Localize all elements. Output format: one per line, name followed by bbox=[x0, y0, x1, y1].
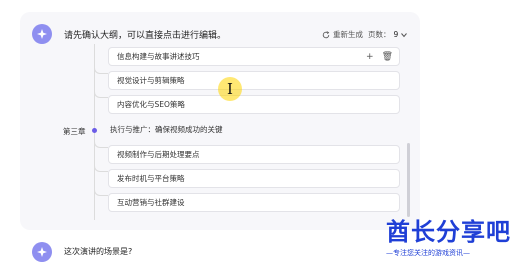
outline-item[interactable]: 发布时机与平台策略 bbox=[108, 169, 400, 188]
watermark-title: 酋长分享吧 bbox=[386, 218, 511, 246]
outline-item-text: 视觉设计与剪辑策略 bbox=[117, 76, 185, 85]
outline-item-text: 内容优化与SEO策略 bbox=[117, 100, 185, 109]
outline-item[interactable]: 信息构建与故事讲述技巧 + 🗑 bbox=[108, 47, 400, 66]
outline-item[interactable]: 视频制作与后期处理要点 bbox=[108, 145, 400, 164]
page-count-label: 页数： bbox=[368, 30, 391, 39]
chapter-title[interactable]: 执行与推广：确保视频成功的关键 bbox=[102, 120, 394, 139]
outline-item-text: 互动营销与社群建设 bbox=[117, 198, 185, 207]
add-icon[interactable]: + bbox=[366, 52, 374, 62]
next-question: 这次演讲的场景是? bbox=[64, 247, 133, 256]
outline-connector bbox=[94, 88, 108, 98]
chapter-title-text: 执行与推广：确保视频成功的关键 bbox=[110, 125, 223, 134]
outline-connector bbox=[94, 64, 108, 74]
regenerate-label: 重新生成 bbox=[333, 30, 363, 39]
outline-connector bbox=[94, 162, 108, 172]
outline-item[interactable]: 视觉设计与剪辑策略 bbox=[108, 71, 400, 90]
refresh-icon bbox=[322, 30, 330, 38]
watermark-subtitle: —专注您关注的游戏资讯— bbox=[386, 249, 470, 257]
text-cursor-icon: I bbox=[218, 77, 242, 101]
outline-connector bbox=[94, 138, 108, 148]
sparkle-icon bbox=[37, 29, 47, 39]
outline-scrollbar[interactable] bbox=[407, 143, 410, 217]
regenerate-button[interactable]: 重新生成 bbox=[322, 29, 363, 40]
sparkle-icon bbox=[37, 247, 47, 257]
assistant-prompt: 请先确认大纲，可以直接点击进行编辑。 bbox=[64, 31, 227, 41]
assistant-avatar bbox=[32, 242, 52, 262]
assistant-avatar bbox=[32, 24, 52, 44]
page-count-value: 9 bbox=[393, 30, 399, 39]
chapter-label: 第三章 bbox=[63, 127, 86, 136]
outline-item-text: 信息构建与故事讲述技巧 bbox=[117, 52, 200, 61]
outline-item-text: 视频制作与后期处理要点 bbox=[117, 150, 200, 159]
outline-connector bbox=[94, 186, 108, 196]
outline-item[interactable]: 互动营销与社群建设 bbox=[108, 193, 400, 212]
page-count-select[interactable]: 页数： 9 bbox=[368, 29, 408, 40]
outline-item[interactable]: 内容优化与SEO策略 bbox=[108, 95, 400, 114]
chapter-dot-icon bbox=[92, 128, 97, 133]
trash-icon[interactable]: 🗑 bbox=[382, 52, 393, 62]
chevron-down-icon bbox=[401, 32, 408, 37]
watermark-logo: 酋长分享吧 —专注您关注的游戏资讯— bbox=[386, 212, 526, 258]
outline-item-text: 发布时机与平台策略 bbox=[117, 174, 185, 183]
outline-editor: 信息构建与故事讲述技巧 + 🗑 视觉设计与剪辑策略 内容优化与SEO策略 第三章… bbox=[56, 44, 412, 220]
